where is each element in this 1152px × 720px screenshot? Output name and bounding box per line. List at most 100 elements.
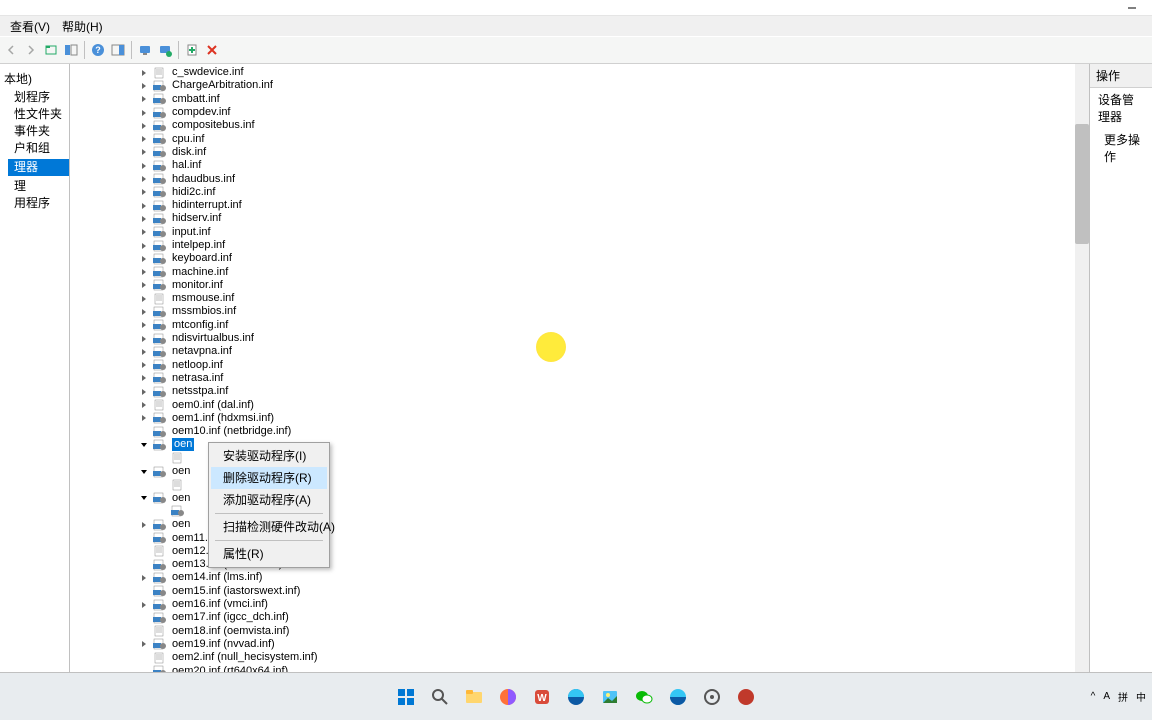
context-menu-item[interactable]: 属性(R) [211,543,327,565]
console-tree-item[interactable]: 理 [8,178,69,195]
tree-row[interactable]: c_swdevice.inf [70,66,1075,79]
tree-row[interactable]: netavpna.inf [70,345,1075,358]
tree-row[interactable]: oem1.inf (hdxmsi.inf) [70,412,1075,425]
edge-alt-icon[interactable] [664,683,692,711]
system-tray[interactable]: ^ A 拼 中 [1091,689,1146,704]
menu-help[interactable]: 帮助(H) [56,16,109,37]
tree-row[interactable]: oem10.inf (netbridge.inf) [70,425,1075,438]
expand-icon[interactable] [138,466,150,478]
expand-icon[interactable] [138,372,150,384]
console-tree-header[interactable]: 本地) [0,68,69,89]
tree-row[interactable]: mssmbios.inf [70,305,1075,318]
tree-row[interactable]: input.inf [70,226,1075,239]
tree-row[interactable]: monitor.inf [70,279,1075,292]
actions-device-manager[interactable]: 设备管理器 [1090,88,1152,128]
expand-icon[interactable] [138,306,150,318]
expand-icon[interactable] [138,253,150,265]
expand-icon[interactable] [138,293,150,305]
expand-icon[interactable] [138,625,150,637]
tree-row[interactable]: hidi2c.inf [70,186,1075,199]
scrollbar-thumb[interactable] [1075,124,1089,244]
expand-icon[interactable] [138,333,150,345]
expand-icon[interactable] [138,120,150,132]
tree-row[interactable]: oem2.inf (null_hecisystem.inf) [70,651,1075,664]
settings-icon[interactable] [698,683,726,711]
expand-icon[interactable] [138,399,150,411]
expand-icon[interactable] [138,133,150,145]
tree-row[interactable]: oem16.inf (vmci.inf) [70,598,1075,611]
expand-icon[interactable] [138,266,150,278]
tree-row[interactable]: netloop.inf [70,359,1075,372]
actions-more[interactable]: 更多操作 [1090,128,1152,168]
tray-chevron-icon[interactable]: ^ [1091,691,1096,702]
wechat-icon[interactable] [630,683,658,711]
tree-row[interactable]: oem20.inf (rt640x64.inf) [70,664,1075,672]
tree-row[interactable]: oem14.inf (lms.inf) [70,571,1075,584]
tree-row[interactable]: netrasa.inf [70,372,1075,385]
tree-row[interactable]: hdaudbus.inf [70,172,1075,185]
context-menu-item[interactable]: 扫描检测硬件改动(A) [211,516,327,538]
tree-row[interactable]: netsstpa.inf [70,385,1075,398]
tree-row[interactable]: hal.inf [70,159,1075,172]
console-tree-item[interactable]: 性文件夹 [8,106,69,123]
expand-icon[interactable] [138,213,150,225]
expand-icon[interactable] [138,412,150,424]
tree-row[interactable]: oem0.inf (dal.inf) [70,398,1075,411]
expand-icon[interactable] [138,160,150,172]
remove-driver-button[interactable] [203,41,221,59]
ime-indicator-pinyin[interactable]: 拼 [1118,689,1128,704]
expand-icon[interactable] [138,186,150,198]
show-hide-console-tree-button[interactable] [62,41,80,59]
tree-row[interactable]: oem18.inf (oemvista.inf) [70,624,1075,637]
console-tree-item[interactable]: 划程序 [8,89,69,106]
expand-icon[interactable] [138,439,150,451]
expand-icon[interactable] [138,279,150,291]
tree-row[interactable]: ChargeArbitration.inf [70,79,1075,92]
devices-button[interactable] [136,41,154,59]
expand-icon[interactable] [138,599,150,611]
expand-icon[interactable] [138,80,150,92]
expand-icon[interactable] [138,585,150,597]
expand-icon[interactable] [138,545,150,557]
firefox-icon[interactable] [494,683,522,711]
tree-row[interactable]: ndisvirtualbus.inf [70,332,1075,345]
expand-icon[interactable] [138,532,150,544]
ime-indicator-zh[interactable]: 中 [1136,689,1146,704]
edge-icon[interactable] [562,683,590,711]
scan-hardware-button[interactable] [156,41,174,59]
expand-icon[interactable] [138,559,150,571]
app-icon[interactable] [732,683,760,711]
tree-row[interactable]: disk.inf [70,146,1075,159]
tree-row[interactable]: oem15.inf (iastorswext.inf) [70,585,1075,598]
context-menu-item[interactable]: 添加驱动程序(A) [211,489,327,511]
tree-row[interactable]: machine.inf [70,265,1075,278]
tree-row[interactable]: keyboard.inf [70,252,1075,265]
console-tree-item[interactable]: 事件夹 [8,123,69,140]
console-tree-item[interactable]: 用程序 [8,195,69,212]
action-pane-button[interactable] [109,41,127,59]
tree-row[interactable]: oem19.inf (nvvad.inf) [70,638,1075,651]
ime-indicator-a[interactable]: A [1103,691,1110,702]
menu-view[interactable]: 查看(V) [4,16,56,37]
up-button[interactable] [42,41,60,59]
wps-icon[interactable]: W [528,683,556,711]
expand-icon[interactable] [138,519,150,531]
start-button[interactable] [392,683,420,711]
help-button[interactable]: ? [89,41,107,59]
expand-icon[interactable] [138,200,150,212]
search-button[interactable] [426,683,454,711]
minimize-button[interactable] [1112,0,1152,16]
tree-row[interactable]: cpu.inf [70,132,1075,145]
expand-icon[interactable] [138,107,150,119]
expand-icon[interactable] [138,572,150,584]
context-menu-item[interactable]: 删除驱动程序(R) [211,467,327,489]
tree-row[interactable]: compdev.inf [70,106,1075,119]
scrollbar-vertical[interactable] [1075,64,1089,672]
photos-icon[interactable] [596,683,624,711]
tree-row[interactable]: intelpep.inf [70,239,1075,252]
expand-icon[interactable] [138,93,150,105]
expand-icon[interactable] [138,173,150,185]
tree-row[interactable]: hidinterrupt.inf [70,199,1075,212]
add-driver-button[interactable] [183,41,201,59]
expand-icon[interactable] [138,612,150,624]
